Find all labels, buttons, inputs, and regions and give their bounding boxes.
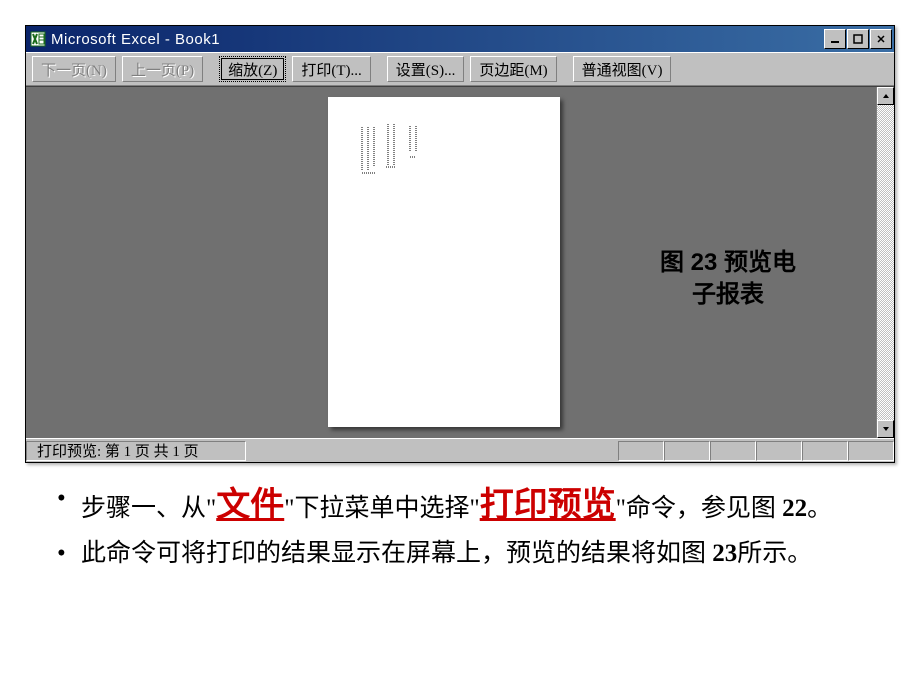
bullet-icon: • — [53, 481, 81, 530]
window-title: Microsoft Excel - Book1 — [51, 31, 823, 48]
quote-close: " — [284, 495, 294, 522]
status-text: 打印预览: 第 1 页 共 1 页 — [26, 441, 246, 461]
bullet-icon: • — [53, 536, 81, 572]
quote-close: " — [616, 495, 626, 522]
step1-fig-ref: 22 — [776, 495, 807, 522]
quote-open: " — [469, 495, 479, 522]
status-cell — [802, 441, 848, 461]
next-page-button[interactable]: 下一页(N) — [32, 56, 116, 82]
figure-caption-line1: 图 23 预览电 — [660, 249, 796, 276]
vertical-scrollbar[interactable] — [876, 87, 894, 438]
toolbar: 下一页(N) 上一页(P) 缩放(Z) 打印(T)... 设置(S)... 页边… — [26, 52, 894, 86]
step1-text-a: 步骤一、从 — [81, 495, 206, 522]
preview-page — [328, 97, 560, 427]
print-button[interactable]: 打印(T)... — [292, 56, 370, 82]
scroll-track[interactable] — [877, 105, 894, 420]
status-cell — [664, 441, 710, 461]
excel-icon — [29, 30, 47, 48]
scroll-up-button[interactable] — [877, 87, 894, 105]
page-content-thumbnail — [358, 121, 448, 177]
close-button[interactable] — [870, 29, 892, 49]
normal-view-button[interactable]: 普通视图(V) — [573, 56, 672, 82]
list-item: • 步骤一、从"文件"下拉菜单中选择"打印预览"命令，参见图 22。 — [53, 481, 867, 530]
titlebar: Microsoft Excel - Book1 — [26, 26, 894, 52]
slide: Microsoft Excel - Book1 下一页(N) 上一页(P) 缩放… — [0, 0, 920, 589]
status-cell — [756, 441, 802, 461]
minimize-button[interactable] — [824, 29, 846, 49]
step2-text-b: 所示。 — [737, 540, 812, 567]
preview-surface[interactable]: 图 23 预览电 子报表 — [26, 87, 876, 438]
setup-button[interactable]: 设置(S)... — [387, 56, 465, 82]
status-cell — [618, 441, 664, 461]
quote-open: " — [206, 495, 216, 522]
step1-emphasis-file: 文件 — [216, 487, 284, 524]
step1-emphasis-printpreview: 打印预览 — [480, 487, 616, 524]
list-item: • 此命令可将打印的结果显示在屏幕上，预览的结果将如图 23所示。 — [53, 536, 867, 572]
figure-caption-line2: 子报表 — [692, 281, 764, 308]
statusbar: 打印预览: 第 1 页 共 1 页 — [26, 438, 894, 462]
instruction-text: • 步骤一、从"文件"下拉菜单中选择"打印预览"命令，参见图 22。 • 此命令… — [25, 463, 895, 573]
scroll-down-button[interactable] — [877, 420, 894, 438]
status-cell — [710, 441, 756, 461]
step1-text-d: 。 — [807, 495, 832, 522]
margins-button[interactable]: 页边距(M) — [470, 56, 556, 82]
window-controls — [823, 29, 892, 49]
status-cell — [848, 441, 894, 461]
maximize-button[interactable] — [847, 29, 869, 49]
step1-text-b: 下拉菜单中选择 — [294, 495, 469, 522]
step2-text-a: 此命令可将打印的结果显示在屏幕上，预览的结果将如图 — [81, 540, 706, 567]
step2-fig-ref: 23 — [706, 540, 737, 567]
zoom-button[interactable]: 缩放(Z) — [219, 56, 286, 82]
prev-page-button[interactable]: 上一页(P) — [122, 56, 203, 82]
step1-text-c: 命令，参见图 — [626, 495, 776, 522]
status-cells — [618, 441, 894, 461]
figure-caption: 图 23 预览电 子报表 — [618, 247, 838, 312]
preview-workarea: 图 23 预览电 子报表 — [26, 86, 894, 438]
excel-window: Microsoft Excel - Book1 下一页(N) 上一页(P) 缩放… — [25, 25, 895, 463]
